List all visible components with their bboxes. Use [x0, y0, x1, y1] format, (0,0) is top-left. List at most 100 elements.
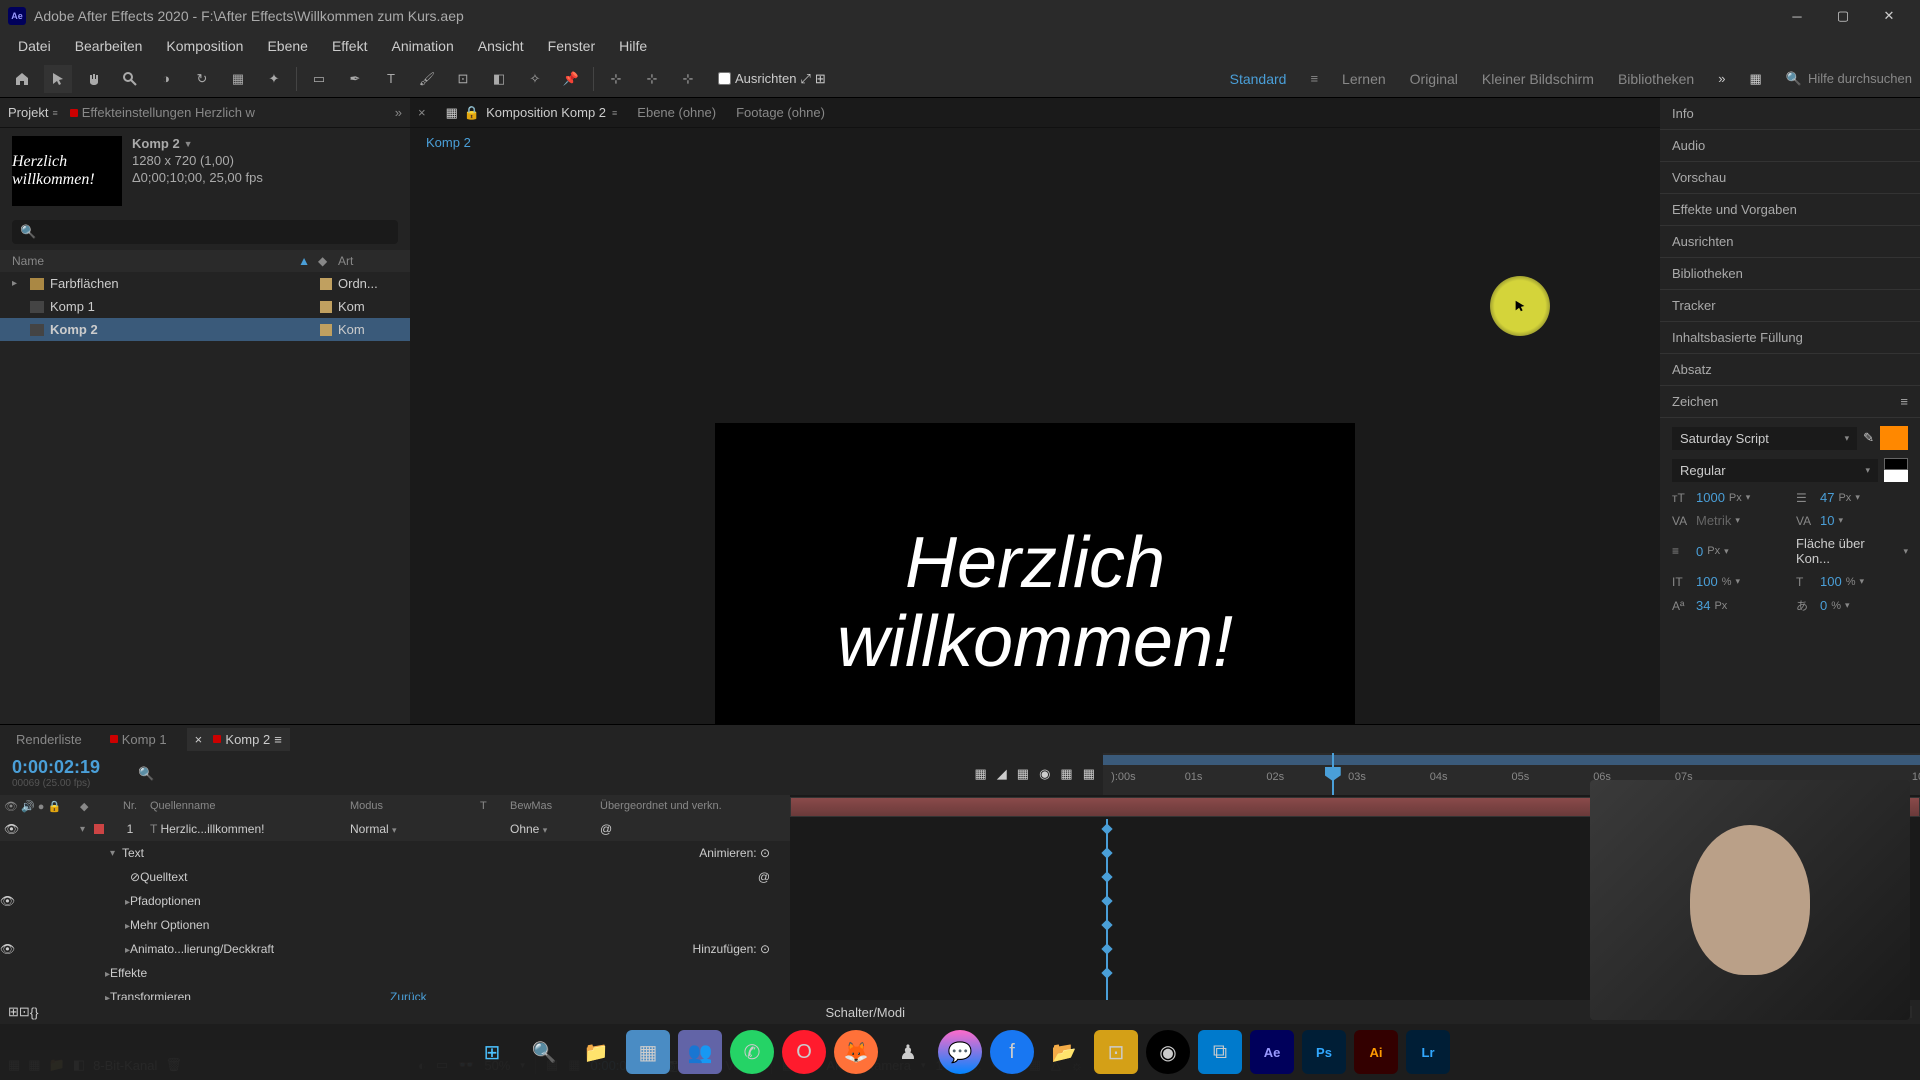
prop-effects[interactable]: ▸ Effekte [0, 961, 790, 985]
tracking-field[interactable]: 10 [1820, 513, 1834, 528]
camera-tool[interactable]: ▦ [224, 65, 252, 93]
leading-field[interactable]: 47 [1820, 490, 1834, 505]
snap-checkbox[interactable] [718, 72, 731, 85]
taskbar-search[interactable]: 🔍 [522, 1030, 566, 1074]
lock-icon[interactable]: 🔒 [464, 105, 480, 121]
prop-animator[interactable]: 👁 ▸ Animato...lierung/Deckkraft Hinzufüg… [0, 937, 790, 961]
hscale-field[interactable]: 100 [1820, 574, 1842, 589]
workspace-biblio[interactable]: Bibliotheken [1618, 71, 1694, 87]
workspace-lernen[interactable]: Lernen [1342, 71, 1386, 87]
project-search[interactable]: 🔍 [12, 220, 398, 244]
workspace-kleiner[interactable]: Kleiner Bildschirm [1482, 71, 1594, 87]
col-parent[interactable]: Übergeordnet und verkn. [600, 800, 790, 812]
project-item-komp1[interactable]: Komp 1 Kom [0, 295, 410, 318]
taskbar-illustrator[interactable]: Ai [1354, 1030, 1398, 1074]
orbit-tool[interactable]: ◑ [152, 65, 180, 93]
timeline-search[interactable]: 🔍 [130, 753, 270, 795]
track-dropdown[interactable]: Ohne [510, 822, 539, 836]
home-tool[interactable] [8, 65, 36, 93]
panel-audio[interactable]: Audio [1660, 130, 1920, 162]
prop-moreoptions[interactable]: ▸ Mehr Optionen [0, 913, 790, 937]
tl-moblur-icon[interactable]: ◉ [1039, 766, 1050, 782]
roto-tool[interactable]: ✧ [521, 65, 549, 93]
clone-tool[interactable]: ⊡ [449, 65, 477, 93]
tab-timeline-komp1[interactable]: Komp 1 [102, 728, 175, 751]
taskbar-files[interactable]: 📂 [1042, 1030, 1086, 1074]
timeline-timecode[interactable]: 0:00:02:19 [12, 757, 118, 778]
prop-sourcetext[interactable]: ⊘ Quelltext @ [0, 865, 790, 889]
panel-absatz[interactable]: Absatz [1660, 354, 1920, 386]
toggle-in-out-icon[interactable]: {} [30, 1005, 39, 1020]
taskbar-aftereffects[interactable]: Ae [1250, 1030, 1294, 1074]
col-label-icon[interactable]: ◆ [318, 254, 338, 268]
project-item-komp2[interactable]: Komp 2 Kom [0, 318, 410, 341]
workspace-grid-icon[interactable]: ▦ [1749, 71, 1761, 87]
eyedropper-icon[interactable]: ✎ [1863, 430, 1874, 446]
workspace-standard[interactable]: Standard [1230, 71, 1287, 87]
panel-content-fill[interactable]: Inhaltsbasierte Füllung [1660, 322, 1920, 354]
toggle-modes-icon[interactable]: ⊡ [19, 1004, 30, 1020]
font-size-field[interactable]: 1000 [1696, 490, 1725, 505]
stroke-option-dropdown[interactable]: Fläche über Kon... [1796, 536, 1899, 566]
fill-color-swatch[interactable] [1880, 426, 1908, 450]
text-tool[interactable]: T [377, 65, 405, 93]
tab-layer[interactable]: Ebene (ohne) [637, 105, 716, 120]
eye-icon[interactable]: 👁 [0, 942, 15, 956]
reset-link[interactable]: Zurück [390, 990, 790, 1000]
eye-icon[interactable]: 👁 [0, 894, 15, 908]
tl-brain-icon[interactable]: ▦ [1083, 766, 1095, 782]
taskbar-app2[interactable]: ♟ [886, 1030, 930, 1074]
workspace-overflow-icon[interactable]: » [1718, 71, 1725, 86]
panel-tracker[interactable]: Tracker [1660, 290, 1920, 322]
minimize-button[interactable]: ─ [1774, 0, 1820, 32]
tl-frameblend-icon[interactable]: ▦ [1017, 766, 1029, 782]
breadcrumb[interactable]: Komp 2 [426, 135, 471, 150]
tab-timeline-komp2[interactable]: × Komp 2 ≡ [187, 728, 290, 751]
workspace-original[interactable]: Original [1410, 71, 1458, 87]
menu-animation[interactable]: Animation [381, 34, 463, 58]
snap-extra-icon[interactable]: ⤢ [800, 71, 810, 87]
add-icon[interactable]: ⊙ [760, 942, 770, 956]
taskbar-teams[interactable]: 👥 [678, 1030, 722, 1074]
tsume-field[interactable]: 0 [1820, 598, 1827, 613]
timeline-layer-1[interactable]: 👁 ▾ 1 T Herzlic...illkommen! Normal ▾ Oh… [0, 817, 790, 841]
close-button[interactable]: ✕ [1866, 0, 1912, 32]
menu-datei[interactable]: Datei [8, 34, 61, 58]
menu-ansicht[interactable]: Ansicht [468, 34, 534, 58]
font-style-dropdown[interactable]: Regular▾ [1672, 459, 1878, 482]
panel-zeichen-header[interactable]: Zeichen≡ [1660, 386, 1920, 418]
taskbar-messenger[interactable]: 💬 [938, 1030, 982, 1074]
swap-colors-icon[interactable] [1884, 470, 1908, 482]
col-quellenname[interactable]: Quellenname [150, 800, 350, 812]
tab-renderliste[interactable]: Renderliste [8, 728, 90, 751]
font-family-dropdown[interactable]: Saturday Script▾ [1672, 427, 1857, 450]
maximize-button[interactable]: ▢ [1820, 0, 1866, 32]
taskbar-obs[interactable]: ◉ [1146, 1030, 1190, 1074]
hand-tool[interactable] [80, 65, 108, 93]
expression-icon[interactable]: @ [758, 870, 770, 884]
tab-composition[interactable]: ▦ 🔒 Komposition Komp 2 ≡ [446, 105, 618, 121]
taskbar-lightroom[interactable]: Lr [1406, 1030, 1450, 1074]
rotate-tool[interactable]: ↻ [188, 65, 216, 93]
switches-modes-button[interactable]: Schalter/Modi [39, 1005, 1693, 1020]
panel-overflow-icon[interactable]: » [395, 105, 402, 120]
panel-ausrichten[interactable]: Ausrichten [1660, 226, 1920, 258]
taskbar-whatsapp[interactable]: ✆ [730, 1030, 774, 1074]
viewer-close-icon[interactable]: × [418, 105, 426, 120]
menu-bearbeiten[interactable]: Bearbeiten [65, 34, 153, 58]
tab-footage[interactable]: Footage (ohne) [736, 105, 825, 120]
tl-comp-icon[interactable]: ▦ [974, 766, 986, 782]
taskbar-app1[interactable]: ▦ [626, 1030, 670, 1074]
pickwhip-icon[interactable]: @ [600, 822, 612, 836]
col-bewmas[interactable]: BewMas [510, 800, 600, 812]
workspace-menu-icon[interactable]: ≡ [1310, 71, 1318, 86]
taskbar-facebook[interactable]: f [990, 1030, 1034, 1074]
playhead[interactable] [1332, 753, 1334, 795]
tl-shy-icon[interactable]: ◢ [997, 766, 1007, 782]
anchor-tool[interactable]: ✦ [260, 65, 288, 93]
panel-menu-icon[interactable]: ≡ [1900, 394, 1908, 409]
taskbar-opera[interactable]: O [782, 1030, 826, 1074]
taskbar-photoshop[interactable]: Ps [1302, 1030, 1346, 1074]
menu-ebene[interactable]: Ebene [257, 34, 317, 58]
col-name[interactable]: Name [12, 254, 298, 268]
